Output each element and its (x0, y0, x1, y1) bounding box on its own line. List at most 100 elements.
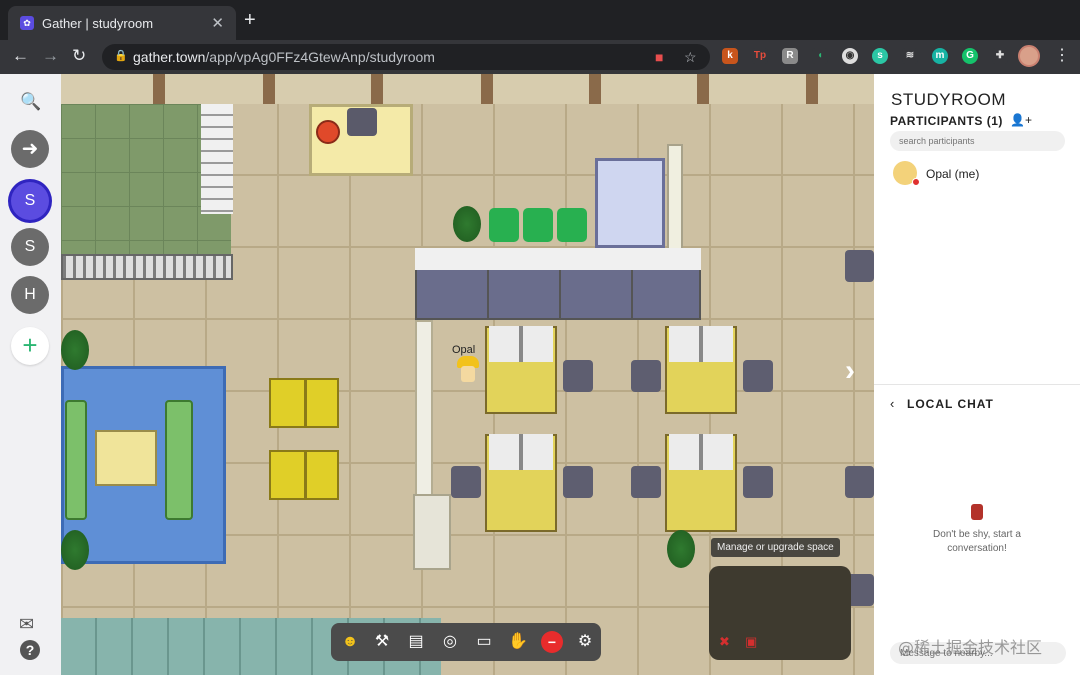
green-seat (489, 208, 519, 242)
help-icon[interactable]: ? (20, 640, 40, 660)
chair (743, 360, 773, 392)
target-icon[interactable]: ◎ (439, 631, 461, 653)
chair (631, 466, 661, 498)
browser-tab[interactable]: ✿ Gather | studyroom ✕ (8, 6, 236, 40)
bookshelf-top (415, 248, 701, 270)
green-seat (523, 208, 553, 242)
reload-icon[interactable]: ↻ (72, 46, 86, 66)
browser-toolbar: ← → ↻ 🔒 gather.town/app/vpAg0FFz4GtewAnp… (0, 40, 1080, 74)
column (667, 144, 683, 252)
map-icon[interactable]: ▤ (405, 631, 427, 653)
space-button-s[interactable]: S (11, 228, 49, 266)
monitor (489, 326, 553, 362)
game-map[interactable]: › Opal Manage or upgrade space ✖ ▣ ☻ ⚒ ▤… (61, 74, 874, 675)
self-video-tile[interactable]: ✖ ▣ (709, 566, 851, 660)
menu-icon[interactable]: ⋮ (1054, 45, 1070, 65)
extension-g-icon[interactable]: G (962, 48, 978, 64)
chevron-left-icon[interactable]: ‹ (890, 396, 894, 411)
url-host: gather.town (133, 49, 206, 65)
extension-grammarly-icon[interactable]: s (872, 48, 888, 64)
potted-plant (667, 530, 695, 568)
screen-share-icon[interactable]: ▭ (473, 631, 495, 653)
tab-close-icon[interactable]: ✕ (211, 14, 224, 32)
green-sofa (65, 400, 87, 520)
manage-space-tooltip[interactable]: Manage or upgrade space (711, 538, 840, 557)
pillar (806, 74, 818, 104)
add-participant-icon[interactable]: 👤+ (1010, 113, 1032, 127)
address-bar[interactable]: 🔒 gather.town/app/vpAg0FFz4GtewAnp/study… (102, 44, 710, 70)
monitor (489, 434, 553, 470)
add-space-button[interactable]: + (11, 327, 49, 365)
stairs (201, 104, 233, 214)
bookmark-star-icon[interactable]: ☆ (684, 49, 697, 66)
space-button-h[interactable]: H (11, 276, 49, 314)
chair (743, 466, 773, 498)
railing (61, 254, 233, 280)
extensions-puzzle-icon[interactable]: ✚ (992, 48, 1008, 64)
back-icon[interactable]: ← (12, 46, 29, 66)
exit-space-icon[interactable]: ➜ (11, 130, 49, 168)
settings-gear-icon[interactable]: ⚙ (574, 631, 596, 653)
chair (631, 360, 661, 392)
potted-plant (61, 330, 89, 370)
mail-icon[interactable]: ✉ (19, 614, 34, 635)
extension-tp-icon[interactable]: Tp (752, 48, 768, 64)
yellow-crates (269, 378, 339, 428)
participant-name[interactable]: Opal (me) (926, 167, 979, 181)
chair (563, 466, 593, 498)
space-button-studyroom[interactable]: S (11, 182, 49, 220)
chair (451, 466, 481, 498)
chair (845, 250, 874, 282)
forward-icon[interactable]: → (42, 46, 59, 66)
potted-plant (453, 206, 481, 242)
extension-k-icon[interactable]: k (722, 48, 738, 64)
yellow-crates (269, 450, 339, 500)
pokeball (316, 120, 340, 144)
extension-m-icon[interactable]: m (932, 48, 948, 64)
player-avatar (457, 356, 479, 382)
avatar-name-label: Opal (452, 344, 476, 356)
room-title: STUDYROOM (891, 90, 1006, 109)
mic-off-icon[interactable]: ✖ (719, 634, 730, 650)
extension-r-icon[interactable]: R (782, 48, 798, 64)
chair (563, 360, 593, 392)
chevron-right-icon[interactable]: › (845, 354, 855, 388)
camera-off-icon[interactable]: ▣ (745, 634, 757, 650)
chat-heading[interactable]: LOCAL CHAT (907, 397, 994, 411)
bottom-toolbar: ☻ ⚒ ▤ ◎ ▭ ✋ − ⚙ (331, 623, 601, 661)
do-not-disturb-icon[interactable]: − (541, 631, 563, 653)
coffee-table (95, 430, 157, 486)
chat-sprite-icon (971, 504, 983, 520)
right-panel: STUDYROOM PARTICIPANTS (1) 👤+ Opal (me) … (874, 74, 1080, 675)
pillar (589, 74, 601, 104)
pillar (697, 74, 709, 104)
url-path: /app/vpAg0FFz4GtewAnp/studyroom (205, 49, 435, 65)
vending-machine (595, 158, 665, 248)
chair (845, 466, 874, 498)
avatar-icon[interactable]: ☻ (339, 631, 361, 653)
extension-circle-icon[interactable]: ◉ (842, 48, 858, 64)
participants-heading: PARTICIPANTS (1) (890, 114, 1003, 128)
spaces-sidebar: 🔍 ➜ S S H + ✉ ? (0, 74, 61, 675)
browser-tabbar: ✿ Gather | studyroom ✕ + (0, 0, 1080, 40)
monitor (669, 326, 733, 362)
extension-leaf-icon[interactable]: ◖ (812, 48, 828, 64)
pillar (153, 74, 165, 104)
tab-title: Gather | studyroom (42, 16, 154, 31)
reception-chair (347, 108, 377, 136)
new-tab-button[interactable]: + (244, 9, 256, 32)
pillar (481, 74, 493, 104)
lock-icon: 🔒 (114, 50, 128, 62)
camera-blocked-icon[interactable]: ■ (655, 49, 663, 65)
build-hammer-icon[interactable]: ⚒ (371, 631, 393, 653)
monitor (669, 434, 733, 470)
divider (874, 384, 1080, 385)
profile-avatar[interactable] (1018, 45, 1040, 67)
participant-search-input[interactable] (890, 131, 1065, 151)
top-wall (61, 74, 874, 104)
green-sofa (165, 400, 193, 520)
raise-hand-icon[interactable]: ✋ (507, 631, 529, 653)
extension-layers-icon[interactable]: ≋ (902, 48, 918, 64)
search-icon[interactable]: 🔍 (20, 92, 41, 112)
potted-plant (61, 530, 89, 570)
